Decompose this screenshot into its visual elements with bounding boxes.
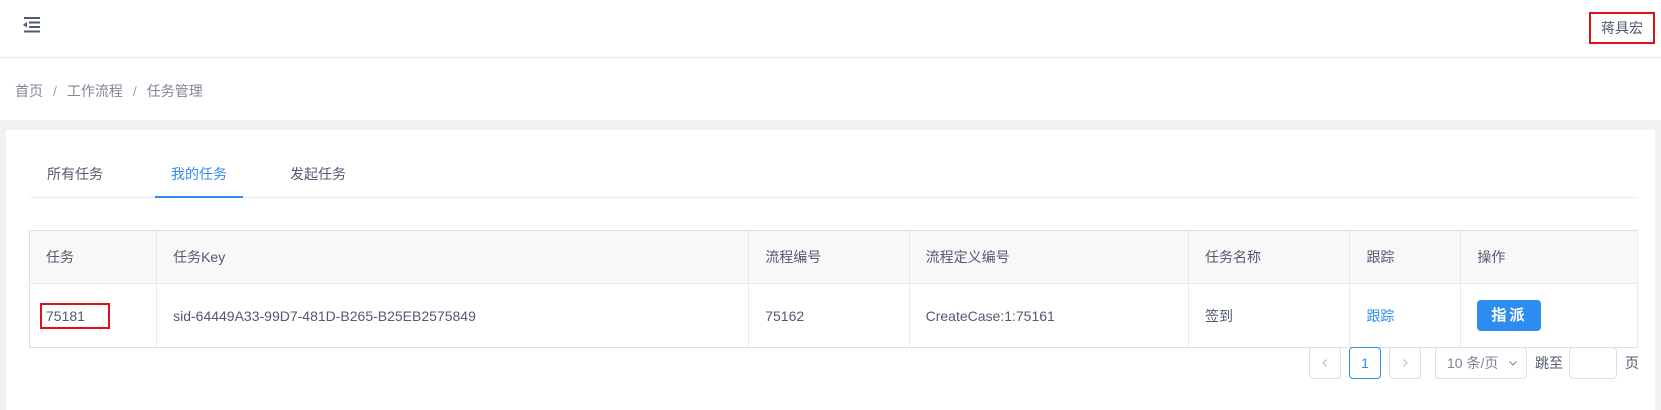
page-number-button[interactable]: 1 <box>1349 347 1381 379</box>
table-row: 75181 sid-64449A33-99D7-481D-B265-B25EB2… <box>29 283 1638 348</box>
cell-action: 指派 <box>1460 283 1638 348</box>
cell-track: 跟踪 <box>1349 283 1462 348</box>
jump-label: 跳至 <box>1535 355 1563 371</box>
cell-task-key: sid-64449A33-99D7-481D-B265-B25EB2575849 <box>156 283 750 348</box>
chevron-down-icon <box>1509 361 1517 366</box>
chevron-left-icon <box>1322 359 1327 367</box>
column-header-task: 任务 <box>29 230 158 284</box>
track-link[interactable]: 跟踪 <box>1366 308 1394 324</box>
table-header-row: 任务 任务Key 流程编号 流程定义编号 任务名称 跟踪 操作 <box>29 230 1638 284</box>
breadcrumb-task-management: 任务管理 <box>146 83 203 99</box>
column-header-task-name: 任务名称 <box>1188 230 1351 284</box>
tab-start-task[interactable]: 发起任务 <box>273 160 363 198</box>
jump-page-input[interactable] <box>1569 347 1617 379</box>
tab-my-tasks[interactable]: 我的任务 <box>155 160 243 198</box>
cell-task: 75181 <box>29 283 158 348</box>
page-size-value: 10 条/页 <box>1447 355 1499 371</box>
column-header-track: 跟踪 <box>1349 230 1462 284</box>
cell-process-id: 75162 <box>748 283 910 348</box>
column-header-task-key: 任务Key <box>156 230 750 284</box>
column-header-process-id: 流程编号 <box>748 230 910 284</box>
task-table: 任务 任务Key 流程编号 流程定义编号 任务名称 跟踪 操作 75181 si… <box>29 230 1638 348</box>
content-card: 所有任务 我的任务 发起任务 任务 任务Key 流程编号 流程定义编号 任务名称… <box>6 130 1655 410</box>
user-name[interactable]: 蒋具宏 <box>1589 12 1655 44</box>
column-header-action: 操作 <box>1460 230 1638 284</box>
column-header-process-def-id: 流程定义编号 <box>909 230 1190 284</box>
task-id-value: 75181 <box>40 303 110 329</box>
top-header: 蒋具宏 <box>0 0 1661 58</box>
breadcrumb-workflow[interactable]: 工作流程 <box>67 81 123 101</box>
breadcrumb-separator: / <box>53 83 57 99</box>
assign-button[interactable]: 指派 <box>1477 300 1542 331</box>
prev-page-button[interactable] <box>1309 347 1341 379</box>
menu-fold-icon[interactable] <box>20 14 42 34</box>
breadcrumb: 首页 / 工作流程 / 任务管理 <box>15 81 203 101</box>
page-size-select[interactable]: 10 条/页 <box>1435 347 1527 379</box>
cell-process-def-id: CreateCase:1:75161 <box>909 283 1190 348</box>
cell-task-name: 签到 <box>1188 283 1351 348</box>
page-unit-label: 页 <box>1625 355 1639 371</box>
task-tabs: 所有任务 我的任务 发起任务 <box>30 160 1638 198</box>
breadcrumb-home[interactable]: 首页 <box>15 81 43 101</box>
tab-all-tasks[interactable]: 所有任务 <box>30 160 120 198</box>
pagination: 1 10 条/页 跳至 页 <box>1309 346 1639 380</box>
breadcrumb-bar: 首页 / 工作流程 / 任务管理 <box>0 58 1661 120</box>
next-page-button[interactable] <box>1389 347 1421 379</box>
breadcrumb-separator: / <box>132 83 137 99</box>
chevron-right-icon <box>1403 359 1408 367</box>
